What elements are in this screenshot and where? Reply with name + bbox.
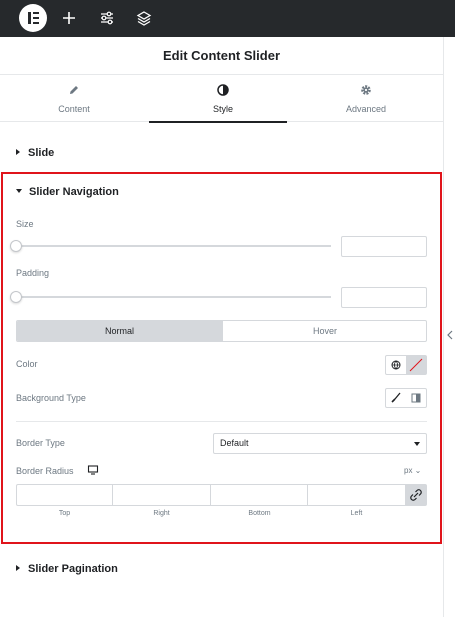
- tab-advanced[interactable]: Advanced: [292, 75, 440, 122]
- tab-content[interactable]: Content: [0, 75, 148, 122]
- section-slider-pagination[interactable]: Slider Pagination: [16, 563, 118, 575]
- background-type-label: Background Type: [16, 393, 86, 403]
- divider: [16, 421, 427, 422]
- dimension-label-top: Top: [58, 510, 71, 517]
- section-slide-label: Slide: [28, 147, 55, 159]
- plus-icon[interactable]: [59, 8, 79, 28]
- tab-hover[interactable]: Hover: [222, 321, 426, 341]
- dimension-label-right: Right: [153, 510, 170, 517]
- section-pagination-label: Slider Pagination: [28, 563, 118, 575]
- pencil-icon: [70, 86, 78, 94]
- color-picker-icon[interactable]: [406, 356, 426, 374]
- brush-icon[interactable]: [386, 389, 406, 407]
- padding-slider-track[interactable]: [16, 296, 331, 298]
- size-slider-track[interactable]: [16, 245, 331, 247]
- tab-content-label: Content: [58, 104, 90, 114]
- section-slide[interactable]: Slide: [16, 147, 54, 159]
- section-navigation-label: Slider Navigation: [29, 186, 119, 198]
- panel-divider: [443, 37, 444, 617]
- border-radius-label: Border Radius: [16, 466, 74, 476]
- radius-right-input[interactable]: [112, 484, 211, 506]
- globe-icon[interactable]: [386, 356, 406, 374]
- tab-normal[interactable]: Normal: [17, 321, 222, 341]
- background-type-control: [385, 388, 427, 408]
- padding-label: Padding: [16, 268, 50, 278]
- border-type-value: Default: [220, 438, 249, 448]
- panel-tabs: Content Style Advanced: [0, 75, 443, 123]
- caret-right-icon: [16, 565, 20, 571]
- border-type-select[interactable]: Default: [213, 433, 427, 454]
- state-toggle: Normal Hover: [16, 320, 427, 342]
- padding-slider-handle[interactable]: [10, 291, 22, 303]
- size-label: Size: [16, 219, 34, 229]
- gradient-icon[interactable]: [406, 389, 426, 407]
- units-select[interactable]: px ⌄: [404, 466, 421, 475]
- gear-icon: [361, 85, 371, 95]
- sliders-icon[interactable]: [97, 8, 117, 28]
- layers-icon[interactable]: [134, 8, 154, 28]
- color-control: [385, 355, 427, 375]
- border-type-label: Border Type: [16, 438, 65, 448]
- caret-down-icon: [16, 189, 22, 193]
- tab-advanced-label: Advanced: [345, 104, 387, 114]
- desktop-icon[interactable]: [87, 465, 99, 475]
- page-title: Edit Content Slider: [163, 48, 280, 63]
- chevron-down-icon: [414, 442, 420, 446]
- elementor-logo-icon[interactable]: [19, 4, 47, 32]
- padding-input[interactable]: [341, 287, 427, 308]
- color-label: Color: [16, 359, 38, 369]
- radius-left-input[interactable]: [307, 484, 406, 506]
- radius-bottom-input[interactable]: [210, 484, 308, 506]
- collapse-panel-icon[interactable]: [446, 329, 454, 341]
- tab-style[interactable]: Style: [149, 75, 297, 123]
- caret-right-icon: [16, 149, 20, 155]
- dimension-label-left: Left: [350, 510, 363, 517]
- top-bar: [0, 0, 455, 37]
- panel-header: Edit Content Slider: [0, 37, 443, 75]
- link-values-button[interactable]: [405, 484, 427, 506]
- size-slider-handle[interactable]: [10, 240, 22, 252]
- size-input[interactable]: [341, 236, 427, 257]
- radius-top-input[interactable]: [16, 484, 113, 506]
- tab-style-label: Style: [212, 104, 233, 114]
- section-slider-navigation[interactable]: Slider Navigation: [16, 186, 119, 198]
- half-circle-icon: [217, 84, 229, 96]
- link-icon: [410, 489, 422, 501]
- dimension-label-bottom: Bottom: [248, 510, 271, 517]
